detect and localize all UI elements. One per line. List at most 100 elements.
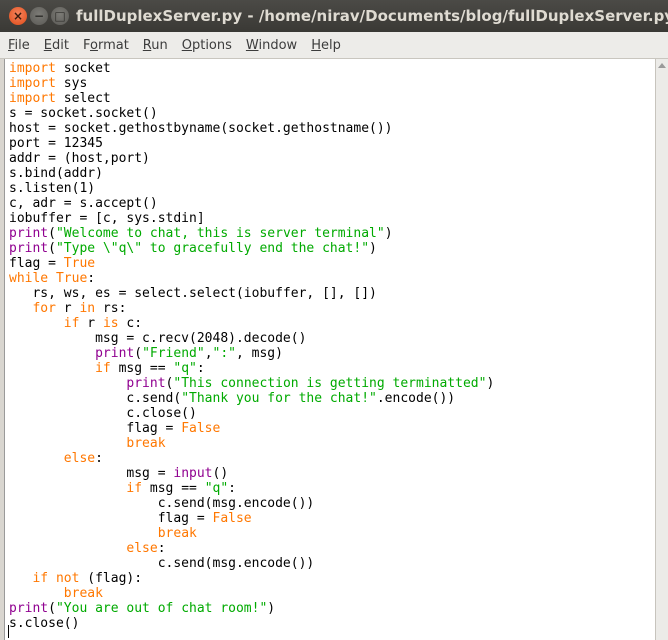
code-token: if: [126, 481, 143, 496]
menu-options[interactable]: Options: [176, 38, 238, 53]
code-token: msg ==: [142, 481, 205, 496]
code-token: "You are out of chat room!": [55, 601, 268, 616]
code-token: (): [212, 466, 229, 481]
code-token: ,: [204, 346, 213, 361]
code-token: :: [196, 361, 205, 376]
code-line[interactable]: break: [9, 436, 494, 451]
code-token: sys: [55, 76, 88, 91]
code-line[interactable]: if msg == "q":: [9, 481, 494, 496]
code-token: "Thank you for the chat!": [181, 391, 377, 406]
code-token: c.send(msg.encode()): [9, 556, 315, 571]
code-token: else: [126, 541, 158, 556]
code-token: "Type \"q\" to gracefully end the chat!": [55, 241, 370, 256]
code-line[interactable]: port = 12345: [9, 136, 494, 151]
code-token: break: [157, 526, 197, 541]
code-token: s.listen(1): [9, 181, 96, 196]
code-line[interactable]: c.send("Thank you for the chat!".encode(…: [9, 391, 494, 406]
code-line[interactable]: print("Welcome to chat, this is server t…: [9, 226, 494, 241]
code-token: "This connection is getting terminatted": [173, 376, 487, 391]
window-title: fullDuplexServer.py - /home/nirav/Docume…: [76, 7, 668, 25]
code-token: if: [63, 316, 80, 331]
code-token: (flag):: [79, 571, 143, 586]
code-token: else: [63, 451, 96, 466]
code-line[interactable]: print("This connection is getting termin…: [9, 376, 494, 391]
code-token: host = socket.gethostbyname(socket.getho…: [9, 121, 393, 136]
code-text[interactable]: import socket import sys import select s = …: [9, 61, 494, 631]
code-token: in: [79, 301, 96, 316]
code-line[interactable]: if msg == "q":: [9, 361, 494, 376]
code-line[interactable]: print("Friend",":", msg): [9, 346, 494, 361]
code-token: :: [87, 271, 96, 286]
code-token: ): [267, 601, 276, 616]
code-line[interactable]: s.bind(addr): [9, 166, 494, 181]
code-line[interactable]: flag = False: [9, 421, 494, 436]
menu-run[interactable]: Run: [137, 38, 174, 53]
code-line[interactable]: print("You are out of chat room!"): [9, 601, 494, 616]
close-window-button[interactable]: ×: [9, 7, 27, 25]
code-line[interactable]: c.close(): [9, 406, 494, 421]
scroll-up-arrow-icon[interactable]: [658, 63, 666, 68]
code-token: ":": [212, 346, 236, 361]
code-token: r: [79, 316, 103, 331]
code-token: True: [63, 256, 96, 271]
code-line[interactable]: flag = False: [9, 511, 494, 526]
vertical-scrollbar[interactable]: [655, 59, 668, 640]
code-token: is: [102, 316, 119, 331]
code-line[interactable]: host = socket.gethostbyname(socket.getho…: [9, 121, 494, 136]
code-token: port = 12345: [9, 136, 103, 151]
code-token: (: [134, 346, 143, 361]
code-line[interactable]: if not (flag):: [9, 571, 494, 586]
code-token: ): [384, 226, 393, 241]
code-token: input: [173, 466, 213, 481]
code-line[interactable]: rs, ws, es = select.select(iobuffer, [],…: [9, 286, 494, 301]
code-line[interactable]: flag = True: [9, 256, 494, 271]
maximize-window-button[interactable]: □: [51, 7, 69, 25]
code-line[interactable]: else:: [9, 541, 494, 556]
code-token: (: [48, 601, 56, 616]
code-line[interactable]: import socket: [9, 61, 494, 76]
code-line[interactable]: import sys: [9, 76, 494, 91]
code-token: msg =: [9, 466, 174, 481]
code-token: r: [55, 301, 80, 316]
code-line[interactable]: import select: [9, 91, 494, 106]
code-line[interactable]: s = socket.socket(): [9, 106, 494, 121]
code-editor[interactable]: import socket import sys import select s = …: [4, 59, 655, 640]
title-bar[interactable]: × − □ fullDuplexServer.py - /home/nirav/…: [0, 0, 668, 32]
code-line[interactable]: else:: [9, 451, 494, 466]
code-token: rs, ws, es = select.select(iobuffer, [],…: [9, 286, 377, 301]
code-token: import: [9, 91, 56, 106]
code-line[interactable]: s.listen(1): [9, 181, 494, 196]
menu-file[interactable]: File: [2, 38, 36, 53]
code-line[interactable]: break: [9, 526, 494, 541]
code-line[interactable]: c.send(msg.encode()): [9, 496, 494, 511]
code-line[interactable]: c.send(msg.encode()): [9, 556, 494, 571]
code-token: .encode()): [376, 391, 456, 406]
code-line[interactable]: print("Type \"q\" to gracefully end the …: [9, 241, 494, 256]
menu-window[interactable]: Window: [240, 38, 303, 53]
code-line[interactable]: for r in rs:: [9, 301, 494, 316]
menu-edit[interactable]: Edit: [38, 38, 75, 53]
code-token: socket: [55, 61, 111, 76]
minimize-window-button[interactable]: −: [30, 7, 48, 25]
code-line[interactable]: msg = input(): [9, 466, 494, 481]
menu-format[interactable]: Format: [77, 38, 135, 53]
menu-help[interactable]: Help: [305, 38, 347, 53]
code-line[interactable]: while True:: [9, 271, 494, 286]
code-line[interactable]: s.close(): [9, 616, 494, 631]
code-token: if: [95, 361, 111, 376]
code-line[interactable]: if r is c:: [9, 316, 494, 331]
code-line[interactable]: iobuffer = [c, sys.stdin]: [9, 211, 494, 226]
code-line[interactable]: addr = (host,port): [9, 151, 494, 166]
code-line[interactable]: c, adr = s.accept(): [9, 196, 494, 211]
code-token: addr = (host,port): [9, 151, 150, 166]
code-token: :: [228, 481, 236, 496]
code-token: print: [9, 241, 49, 256]
code-line[interactable]: break: [9, 586, 494, 601]
code-line[interactable]: msg = c.recv(2048).decode(): [9, 331, 494, 346]
